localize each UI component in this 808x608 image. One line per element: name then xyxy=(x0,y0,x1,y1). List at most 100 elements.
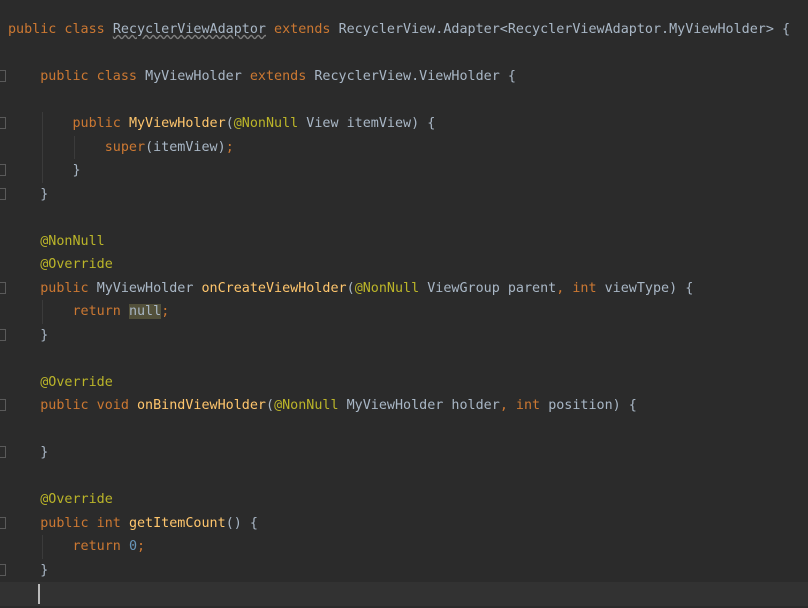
fold-marker-icon[interactable] xyxy=(0,281,6,294)
text-caret xyxy=(38,584,40,604)
code-line[interactable] xyxy=(0,206,808,230)
fold-marker-icon[interactable] xyxy=(0,516,6,529)
code-editor[interactable]: public class RecyclerViewAdaptor extends… xyxy=(0,0,808,608)
code-text: @NonNull xyxy=(8,230,105,254)
code-token: RecyclerView.ViewHolder { xyxy=(314,69,516,84)
code-token: , int xyxy=(499,398,549,413)
fold-marker-icon[interactable] xyxy=(0,399,6,411)
code-text: } xyxy=(8,183,48,207)
code-token: super xyxy=(104,139,146,155)
code-token: 0 xyxy=(128,539,137,554)
code-token: ( xyxy=(225,116,234,131)
code-line[interactable]: public class MyViewHolder extends Recycl… xyxy=(0,65,808,89)
code-text: public MyViewHolder(@NonNull View itemVi… xyxy=(8,112,436,136)
code-line[interactable]: @Override xyxy=(0,488,808,512)
code-line[interactable]: @Override xyxy=(0,371,808,395)
code-token: MyViewHolder holder xyxy=(338,398,500,413)
code-token: } xyxy=(8,163,81,178)
fold-marker-icon[interactable] xyxy=(0,117,6,129)
code-line[interactable]: public MyViewHolder onCreateViewHolder(@… xyxy=(0,277,808,301)
code-token: } xyxy=(8,186,49,202)
code-token: public class xyxy=(40,69,146,84)
code-line[interactable]: return 0; xyxy=(0,535,808,559)
fold-marker-icon[interactable] xyxy=(0,446,6,458)
code-text: public int getItemCount() { xyxy=(8,512,258,536)
code-token: position) { xyxy=(548,398,637,413)
code-token: View itemView) { xyxy=(298,116,436,131)
code-text: return 0; xyxy=(8,535,146,559)
code-token: @Override xyxy=(40,257,113,272)
code-line[interactable]: super(itemView); xyxy=(0,135,808,159)
code-line[interactable] xyxy=(0,465,808,489)
code-text: @Override xyxy=(8,488,113,512)
code-token: public int xyxy=(40,515,129,531)
code-token: ViewGroup parent xyxy=(419,280,557,296)
code-line[interactable]: @NonNull xyxy=(0,230,808,254)
code-line[interactable]: public void onBindViewHolder(@NonNull My… xyxy=(0,394,808,418)
code-token: onCreateViewHolder xyxy=(201,280,347,296)
code-token: } xyxy=(8,562,49,578)
code-token: } xyxy=(8,445,49,460)
code-token: onBindViewHolder xyxy=(137,398,266,413)
code-line[interactable]: @Override xyxy=(0,253,808,277)
code-line[interactable] xyxy=(0,89,808,113)
code-token: public class xyxy=(8,22,113,37)
code-token: } xyxy=(8,327,49,343)
code-token: @NonNull xyxy=(354,280,420,296)
code-line[interactable]: } xyxy=(0,559,808,583)
code-token: @NonNull xyxy=(40,233,105,249)
code-token: @Override xyxy=(40,374,113,390)
code-text: @Override xyxy=(8,253,113,277)
code-token: public xyxy=(40,280,97,296)
code-token: RecyclerView.Adapter<RecyclerViewAdaptor… xyxy=(338,22,791,37)
code-token: () { xyxy=(225,515,258,531)
code-line[interactable] xyxy=(0,42,808,66)
fold-marker-icon[interactable] xyxy=(0,164,6,176)
code-token: ; xyxy=(225,139,234,155)
code-text: } xyxy=(8,159,81,183)
code-line[interactable] xyxy=(0,418,808,442)
code-line[interactable]: } xyxy=(0,324,808,348)
code-line[interactable] xyxy=(0,582,808,606)
code-text: public class RecyclerViewAdaptor extends… xyxy=(8,18,790,42)
code-token: ; xyxy=(137,539,146,554)
code-text: @Override xyxy=(8,371,113,395)
code-token: @NonNull xyxy=(274,398,339,413)
code-line[interactable]: public MyViewHolder(@NonNull View itemVi… xyxy=(0,112,808,136)
code-token: MyViewHolder xyxy=(128,116,226,131)
code-token: MyViewHolder xyxy=(96,280,202,296)
code-token: ( xyxy=(266,398,275,413)
code-line[interactable]: return null; xyxy=(0,300,808,324)
fold-marker-icon[interactable] xyxy=(0,563,6,576)
code-token: extends xyxy=(266,22,339,37)
code-line[interactable] xyxy=(0,347,808,371)
code-text: public MyViewHolder onCreateViewHolder(@… xyxy=(8,277,693,301)
code-token: public void xyxy=(40,398,137,413)
code-text: } xyxy=(8,559,48,583)
code-token: null xyxy=(128,304,162,319)
code-line[interactable]: public class RecyclerViewAdaptor extends… xyxy=(0,18,808,42)
code-token: (itemView) xyxy=(145,139,226,155)
code-text: public class MyViewHolder extends Recycl… xyxy=(8,65,516,89)
code-line[interactable]: } xyxy=(0,441,808,465)
code-token: public xyxy=(72,116,129,131)
code-line[interactable]: } xyxy=(0,159,808,183)
code-line[interactable]: } xyxy=(0,183,808,207)
fold-marker-icon[interactable] xyxy=(0,187,6,200)
code-token: , int xyxy=(556,280,605,296)
code-token: RecyclerViewAdaptor xyxy=(112,22,266,37)
code-text: } xyxy=(8,441,48,465)
code-line[interactable]: public int getItemCount() { xyxy=(0,512,808,536)
code-token: ; xyxy=(161,304,170,319)
fold-marker-icon[interactable] xyxy=(0,70,6,82)
fold-marker-icon[interactable] xyxy=(0,328,6,341)
